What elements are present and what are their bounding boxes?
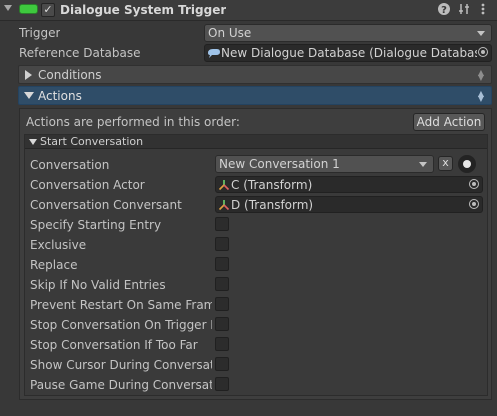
reference-database-field[interactable]: New Dialogue Database (Dialogue Database… [204,44,492,62]
conditions-foldout[interactable]: Conditions ▲ ▼ [18,65,492,84]
chevron-down-icon [477,31,485,36]
toggle-label: Skip If No Valid Entries [30,278,166,292]
conversation-label: Conversation [30,158,110,172]
expand-arrow-icon [25,70,32,80]
database-icon [208,49,220,58]
actions-label: Actions [38,89,82,103]
toggle-label: Show Cursor During Conversatio [30,358,212,372]
show-cursor-checkbox[interactable] [215,357,229,371]
preset-icon[interactable] [457,2,471,16]
toggle-label: Prevent Restart On Same Frame [30,298,212,312]
add-action-button[interactable]: Add Action [413,113,485,131]
trigger-label: Trigger [19,26,61,40]
start-conversation-header[interactable]: Start Conversation [25,135,487,149]
collapse-arrow-icon [24,92,34,99]
specify-starting-entry-checkbox[interactable] [215,217,229,231]
reference-database-label: Reference Database [19,46,141,60]
foldout-arrow-icon[interactable] [4,5,12,11]
svg-text:?: ? [441,5,447,16]
toggle-label: Pause Game During Conversatio [30,378,212,392]
object-picker-icon[interactable] [469,199,479,209]
skip-if-no-valid-entries-checkbox[interactable] [215,277,229,291]
actions-order-text: Actions are performed in this order: [26,115,240,129]
stop-on-trigger-exit-checkbox[interactable] [215,317,229,331]
reorder-icon: ▲ ▼ [477,89,485,103]
clear-conversation-button[interactable]: x [438,156,453,171]
more-icon[interactable] [476,2,490,16]
trigger-value: On Use [208,26,252,40]
toggle-label: Specify Starting Entry [30,218,162,232]
toggle-label: Exclusive [30,238,87,252]
component-enabled-checkbox[interactable]: ✓ [41,3,55,17]
conversation-picker-icon[interactable] [458,155,476,173]
conversation-actor-value: C (Transform) [231,178,313,192]
reference-database-value: New Dialogue Database (Dialogue Database… [221,46,477,60]
collapse-arrow-icon [29,139,37,145]
script-icon [19,4,38,14]
transform-icon [218,200,230,211]
object-picker-icon[interactable] [469,179,479,189]
exclusive-checkbox[interactable] [215,237,229,251]
transform-icon [218,180,230,191]
object-picker-icon[interactable] [478,47,488,57]
replace-checkbox[interactable] [215,257,229,271]
conversation-dropdown[interactable]: New Conversation 1 [215,155,434,173]
chevron-down-icon [419,162,427,167]
component-title: Dialogue System Trigger [60,3,227,17]
conversation-value: New Conversation 1 [219,157,340,171]
conversation-conversant-field[interactable]: D (Transform) [215,196,483,213]
actions-foldout[interactable]: Actions ▲ ▼ [18,86,492,105]
conversation-conversant-label: Conversation Conversant [30,198,182,212]
pause-game-checkbox[interactable] [215,377,229,391]
toggle-label: Stop Conversation If Too Far [30,338,198,352]
trigger-dropdown[interactable]: On Use [204,24,492,42]
stop-if-too-far-checkbox[interactable] [215,337,229,351]
toggle-label: Stop Conversation On Trigger Ex [30,318,212,332]
start-conversation-title: Start Conversation [40,135,144,148]
prevent-restart-checkbox[interactable] [215,297,229,311]
conversation-actor-field[interactable]: C (Transform) [215,176,483,193]
reorder-icon: ▲ ▼ [477,68,485,82]
toggle-label: Replace [30,258,78,272]
conversation-actor-label: Conversation Actor [30,178,145,192]
help-icon[interactable]: ? [437,2,451,16]
conditions-label: Conditions [38,68,102,82]
conversation-conversant-value: D (Transform) [231,198,314,212]
